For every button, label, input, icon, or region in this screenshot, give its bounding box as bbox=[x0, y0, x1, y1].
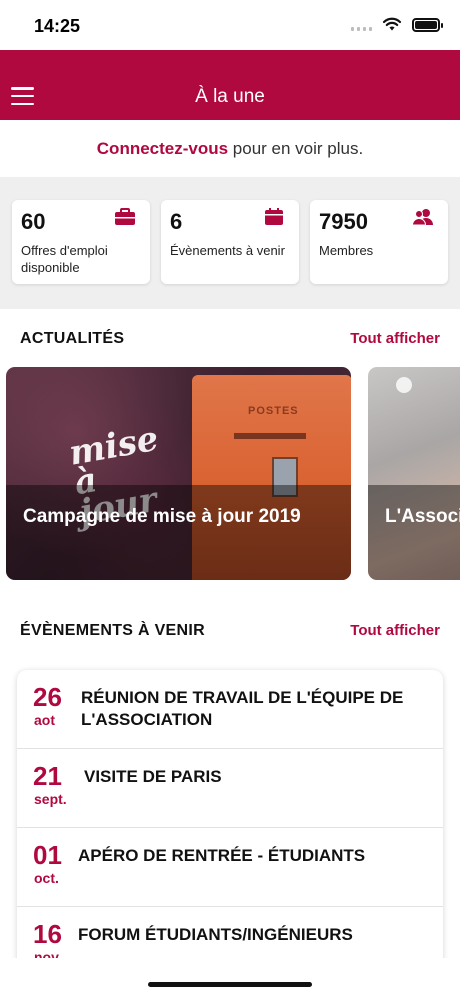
event-day: 16 bbox=[33, 919, 62, 949]
wifi-icon bbox=[382, 17, 402, 31]
page-title: À la une bbox=[195, 86, 265, 107]
briefcase-icon bbox=[115, 208, 135, 225]
event-title: RÉUNION DE TRAVAIL DE L'ÉQUIPE DE L'ASSO… bbox=[81, 688, 404, 729]
stat-card-jobs[interactable]: 60 Offres d'emploi disponible bbox=[12, 200, 150, 284]
news-overlay bbox=[368, 485, 460, 580]
event-item[interactable]: 01 oct. APÉRO DE RENTRÉE - ÉTUDIANTS bbox=[17, 828, 443, 907]
news-card[interactable]: L'Associ bbox=[368, 367, 460, 580]
events-section-header: ÉVÈNEMENTS À VENIR Tout afficher bbox=[0, 622, 460, 652]
login-prompt-text: pour en voir plus. bbox=[228, 139, 364, 158]
event-item[interactable]: 26 aot RÉUNION DE TRAVAIL DE L'ÉQUIPE DE… bbox=[17, 670, 443, 749]
event-day: 21 bbox=[33, 761, 62, 791]
calendar-icon bbox=[265, 208, 283, 225]
home-bar bbox=[0, 958, 460, 996]
stat-label: Offres d'emploi disponible bbox=[21, 243, 108, 275]
news-title: L'Associ bbox=[385, 506, 460, 527]
stat-label: Évènements à venir bbox=[170, 243, 285, 258]
events-section-title: ÉVÈNEMENTS À VENIR bbox=[20, 622, 205, 639]
news-see-all-link[interactable]: Tout afficher bbox=[350, 330, 440, 347]
battery-icon bbox=[412, 17, 443, 32]
event-title: APÉRO DE RENTRÉE - ÉTUDIANTS bbox=[78, 846, 366, 865]
members-icon bbox=[412, 209, 433, 226]
news-overlay bbox=[6, 485, 351, 580]
cellular-signal-icon bbox=[351, 19, 372, 31]
status-time: 14:25 bbox=[34, 16, 81, 36]
event-month: sept. bbox=[34, 791, 67, 807]
news-card[interactable]: POSTES mise à jour Campagne de mise à jo… bbox=[6, 367, 351, 580]
stat-value: 6 bbox=[170, 209, 183, 234]
event-month: aot bbox=[34, 712, 55, 728]
stat-value: 60 bbox=[21, 209, 46, 234]
login-link[interactable]: Connectez-vous bbox=[97, 139, 228, 158]
event-month: oct. bbox=[34, 870, 59, 886]
event-day: 26 bbox=[33, 682, 62, 712]
stat-card-members[interactable]: 7950 Membres bbox=[310, 200, 448, 284]
event-item[interactable]: 21 sept. VISITE DE PARIS bbox=[17, 749, 443, 828]
event-day: 01 bbox=[33, 840, 62, 870]
stat-label: Membres bbox=[319, 243, 374, 258]
events-see-all-link[interactable]: Tout afficher bbox=[350, 622, 440, 639]
nav-bar: À la une bbox=[0, 50, 460, 120]
news-section-title: ACTUALITÉS bbox=[20, 330, 125, 347]
status-icons bbox=[351, 17, 443, 32]
events-list: 26 aot RÉUNION DE TRAVAIL DE L'ÉQUIPE DE… bbox=[17, 670, 443, 996]
home-indicator[interactable] bbox=[148, 982, 312, 987]
stat-value: 7950 bbox=[319, 209, 368, 234]
stats-area: 60 Offres d'emploi disponible 6 Évènemen… bbox=[0, 177, 460, 309]
news-section-header: ACTUALITÉS Tout afficher bbox=[0, 330, 460, 360]
event-title: VISITE DE PARIS bbox=[84, 767, 222, 786]
stat-card-events[interactable]: 6 Évènements à venir bbox=[161, 200, 299, 284]
news-title: Campagne de mise à jour 2019 bbox=[23, 506, 301, 527]
event-title: FORUM ÉTUDIANTS/INGÉNIEURS bbox=[78, 925, 353, 944]
status-bar: 14:25 bbox=[0, 0, 460, 50]
login-prompt: Connectez-vous pour en voir plus. bbox=[0, 120, 460, 177]
mailbox-sign: POSTES bbox=[248, 405, 299, 417]
